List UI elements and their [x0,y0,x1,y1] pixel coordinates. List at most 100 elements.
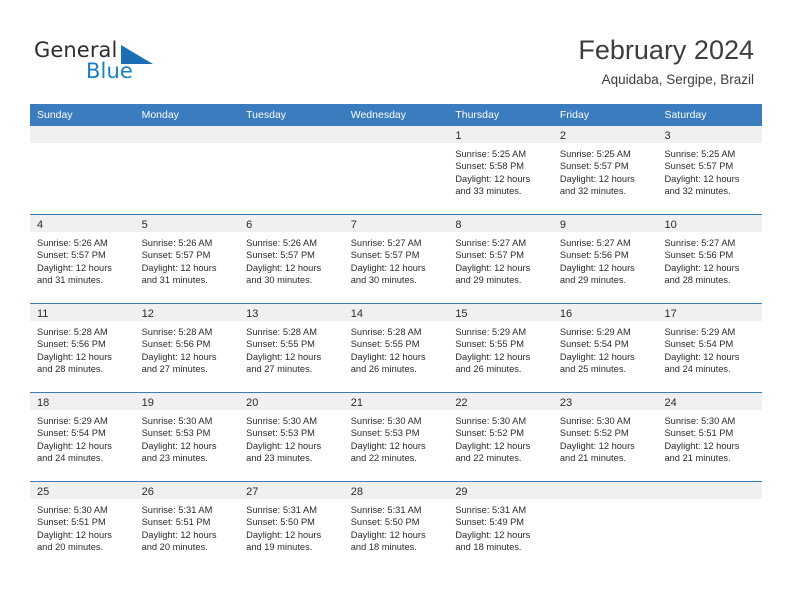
sunset-text: Sunset: 5:58 PM [455,161,525,172]
day-cell[interactable]: 26 Sunrise: 5:31 AM Sunset: 5:51 PM Dayligh… [134,482,240,570]
day-cell[interactable]: 20 Sunrise: 5:30 AM Sunset: 5:53 PM Dayligh… [239,393,344,481]
sunrise-text: Sunrise: 5:29 AM [664,327,736,337]
sunrise-text: Sunrise: 5:30 AM [37,505,108,515]
day-number-band: 26 [134,482,240,499]
daylight-text: Daylight: 12 hours and 22 minutes. [350,440,426,464]
day-number: 11 [37,308,49,320]
day-number-band: 27 [239,482,344,499]
day-number: 7 [350,219,357,231]
day-number-band [657,482,763,499]
daylight-text: Daylight: 12 hours and 27 minutes. [141,351,217,375]
day-number-band [343,126,449,143]
sunrise-text: Sunrise: 5:27 AM [664,238,736,248]
day-sun-info: Sunrise: 5:28 AM Sunset: 5:55 PM Daylight:… [344,321,449,376]
day-cell[interactable]: 2 Sunrise: 5:25 AM Sunset: 5:57 PM Daylight… [552,126,658,214]
day-cell[interactable]: 25 Sunrise: 5:30 AM Sunset: 5:51 PM Dayligh… [30,482,135,570]
day-sun-info: Sunrise: 5:28 AM Sunset: 5:56 PM Daylight:… [30,321,135,376]
daylight-text: Daylight: 12 hours and 24 minutes. [37,440,112,464]
daylight-text: Daylight: 12 hours and 28 minutes. [37,351,112,375]
sunset-text: Sunset: 5:52 PM [455,428,525,439]
day-cell[interactable]: 1 Sunrise: 5:25 AM Sunset: 5:58 PM Daylight… [448,126,553,214]
day-number: 9 [559,219,567,231]
daylight-text: Daylight: 12 hours and 29 minutes. [559,262,635,286]
daylight-text: Daylight: 12 hours and 24 minutes. [664,351,740,375]
day-sun-info: Sunrise: 5:26 AM Sunset: 5:57 PM Daylight:… [239,232,344,287]
day-cell[interactable]: 21 Sunrise: 5:30 AM Sunset: 5:53 PM Dayligh… [343,393,449,481]
day-sun-info: Sunrise: 5:28 AM Sunset: 5:56 PM Daylight:… [135,321,240,376]
day-number-band: 19 [134,393,240,410]
day-cell[interactable]: 15 Sunrise: 5:29 AM Sunset: 5:55 PM Dayligh… [448,304,553,392]
day-cell[interactable]: 7 Sunrise: 5:27 AM Sunset: 5:57 PM Daylight… [343,215,449,303]
daylight-text: Daylight: 12 hours and 20 minutes. [37,529,112,553]
daylight-text: Daylight: 12 hours and 28 minutes. [664,262,740,286]
sunrise-text: Sunrise: 5:30 AM [141,416,213,426]
day-cell[interactable]: 29 Sunrise: 5:31 AM Sunset: 5:49 PM Dayligh… [448,482,553,570]
day-cell[interactable]: 18 Sunrise: 5:29 AM Sunset: 5:54 PM Dayligh… [30,393,135,481]
day-number: 21 [350,397,363,409]
daylight-text: Daylight: 12 hours and 19 minutes. [246,529,322,553]
weekday-header-sunday: Sunday [37,109,73,121]
sunrise-text: Sunrise: 5:25 AM [664,149,736,159]
day-cell[interactable]: 16 Sunrise: 5:29 AM Sunset: 5:54 PM Dayligh… [552,304,658,392]
daylight-text: Daylight: 12 hours and 18 minutes. [350,529,426,553]
day-sun-info: Sunrise: 5:30 AM Sunset: 5:51 PM Daylight:… [657,410,762,465]
day-cell[interactable]: 8 Sunrise: 5:27 AM Sunset: 5:57 PM Daylight… [448,215,553,303]
day-cell-empty [30,126,135,214]
title-block: February 2024 Aquidaba, Sergipe, Brazil [578,34,754,88]
day-cell[interactable]: 9 Sunrise: 5:27 AM Sunset: 5:56 PM Daylight… [552,215,658,303]
day-cell[interactable]: 19 Sunrise: 5:30 AM Sunset: 5:53 PM Dayligh… [134,393,240,481]
page-subtitle: Aquidaba, Sergipe, Brazil [601,72,754,87]
sunset-text: Sunset: 5:54 PM [37,428,106,439]
weekday-header-saturday: Saturday [664,109,707,121]
sunset-text: Sunset: 5:57 PM [455,250,525,261]
day-sun-info: Sunrise: 5:30 AM Sunset: 5:52 PM Daylight:… [553,410,658,465]
day-number: 2 [559,130,567,142]
day-number: 18 [37,397,50,409]
calendar-grid: Sunday Monday Tuesday Wednesday Thursday Frid… [30,104,763,570]
day-cell-empty [239,126,344,214]
day-cell[interactable]: 14 Sunrise: 5:28 AM Sunset: 5:55 PM Dayligh… [343,304,449,392]
day-cell[interactable]: 4 Sunrise: 5:26 AM Sunset: 5:57 PM Daylight… [30,215,135,303]
sunset-text: Sunset: 5:54 PM [559,339,629,350]
daylight-text: Daylight: 12 hours and 20 minutes. [141,529,217,553]
day-sun-info: Sunrise: 5:27 AM Sunset: 5:56 PM Daylight:… [553,232,658,287]
daylight-text: Daylight: 12 hours and 30 minutes. [246,262,322,286]
day-number-band: 12 [134,304,240,321]
day-cell[interactable]: 12 Sunrise: 5:28 AM Sunset: 5:56 PM Dayligh… [134,304,240,392]
calendar-week-inner: 1 Sunrise: 5:25 AM Sunset: 5:58 PM Daylight… [30,126,763,214]
sunset-text: Sunset: 5:51 PM [141,517,211,528]
sunrise-text: Sunrise: 5:29 AM [455,327,527,337]
sunset-text: Sunset: 5:53 PM [246,428,315,439]
day-number: 20 [246,397,259,409]
day-number: 15 [455,308,468,320]
sunrise-text: Sunrise: 5:26 AM [246,238,317,248]
day-sun-info: Sunrise: 5:26 AM Sunset: 5:57 PM Daylight:… [135,232,240,287]
day-cell[interactable]: 28 Sunrise: 5:31 AM Sunset: 5:50 PM Dayligh… [343,482,449,570]
daylight-text: Daylight: 12 hours and 32 minutes. [664,173,740,197]
sunset-text: Sunset: 5:51 PM [37,517,106,528]
day-number: 27 [246,486,259,498]
day-cell[interactable]: 6 Sunrise: 5:26 AM Sunset: 5:57 PM Daylight… [239,215,344,303]
day-sun-info: Sunrise: 5:29 AM Sunset: 5:55 PM Daylight:… [448,321,553,376]
sunrise-text: Sunrise: 5:27 AM [455,238,527,248]
day-cell[interactable]: 22 Sunrise: 5:30 AM Sunset: 5:52 PM Dayligh… [448,393,553,481]
day-cell[interactable]: 17 Sunrise: 5:29 AM Sunset: 5:54 PM Dayligh… [657,304,763,392]
day-number-band: 5 [134,215,240,232]
sunset-text: Sunset: 5:57 PM [664,161,734,172]
sunrise-text: Sunrise: 5:31 AM [141,505,213,515]
day-cell[interactable]: 23 Sunrise: 5:30 AM Sunset: 5:52 PM Dayligh… [552,393,658,481]
day-number-band: 11 [30,304,135,321]
day-cell[interactable]: 11 Sunrise: 5:28 AM Sunset: 5:56 PM Dayligh… [30,304,135,392]
day-cell[interactable]: 27 Sunrise: 5:31 AM Sunset: 5:50 PM Dayligh… [239,482,344,570]
day-sun-info: Sunrise: 5:25 AM Sunset: 5:58 PM Daylight:… [448,143,553,198]
sunrise-text: Sunrise: 5:30 AM [559,416,631,426]
day-cell[interactable]: 13 Sunrise: 5:28 AM Sunset: 5:55 PM Dayligh… [239,304,344,392]
day-cell[interactable]: 24 Sunrise: 5:30 AM Sunset: 5:51 PM Dayligh… [657,393,763,481]
day-cell[interactable]: 5 Sunrise: 5:26 AM Sunset: 5:57 PM Daylight… [134,215,240,303]
day-cell[interactable]: 10 Sunrise: 5:27 AM Sunset: 5:56 PM Dayligh… [657,215,763,303]
day-cell[interactable]: 3 Sunrise: 5:25 AM Sunset: 5:57 PM Daylight… [657,126,763,214]
daylight-text: Daylight: 12 hours and 33 minutes. [455,173,531,197]
day-number: 25 [37,486,50,498]
day-sun-info: Sunrise: 5:27 AM Sunset: 5:56 PM Daylight:… [657,232,762,287]
day-number-band: 15 [448,304,553,321]
